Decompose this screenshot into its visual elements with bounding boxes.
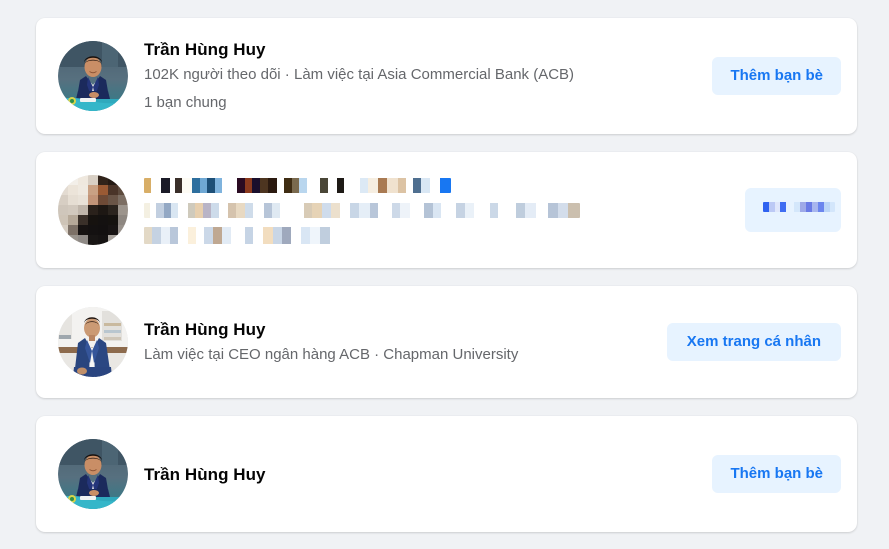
view-profile-button[interactable]: Xem trang cá nhân — [666, 323, 841, 361]
avatar-image — [58, 439, 128, 509]
avatar[interactable] — [58, 175, 128, 245]
add-friend-button[interactable]: Thêm bạn bè — [712, 57, 841, 95]
result-mutual-friends-censored — [144, 227, 340, 244]
result-name[interactable]: Trần Hùng Huy — [144, 463, 712, 486]
result-subtitle: Làm việc tại CEO ngân hàng ACB · Chapman… — [144, 346, 519, 363]
action-button-label-censored — [763, 202, 835, 212]
result-mutual-friends: 1 bạn chung — [144, 94, 227, 111]
search-result-card[interactable]: Trần Hùng Huy Làm việc tại CEO ngân hàng… — [36, 286, 857, 398]
avatar[interactable] — [58, 41, 128, 111]
result-info: Trần Hùng Huy Làm việc tại CEO ngân hàng… — [144, 318, 667, 366]
result-info: Trần Hùng Huy — [144, 463, 712, 486]
result-subtitle-censored — [144, 203, 580, 218]
search-result-card-censored[interactable] — [36, 152, 857, 268]
search-result-card[interactable]: Trần Hùng Huy Thêm bạn bè — [36, 416, 857, 532]
avatar[interactable] — [58, 307, 128, 377]
avatar-image-pixelated — [58, 175, 128, 245]
avatar-image — [58, 307, 128, 377]
add-friend-button[interactable]: Thêm bạn bè — [712, 455, 841, 493]
avatar-image — [58, 41, 128, 111]
result-name[interactable]: Trần Hùng Huy — [144, 318, 667, 341]
search-results-list: Trần Hùng Huy 102K người theo dõi · Làm … — [0, 0, 889, 549]
action-button-censored[interactable] — [745, 188, 841, 232]
result-name-censored — [144, 178, 451, 193]
result-info: Trần Hùng Huy 102K người theo dõi · Làm … — [144, 38, 712, 114]
avatar[interactable] — [58, 439, 128, 509]
search-result-card[interactable]: Trần Hùng Huy 102K người theo dõi · Làm … — [36, 18, 857, 134]
result-name[interactable]: Trần Hùng Huy — [144, 38, 712, 61]
result-subtitle: 102K người theo dõi · Làm việc tại Asia … — [144, 66, 575, 83]
result-info-censored — [144, 176, 745, 244]
